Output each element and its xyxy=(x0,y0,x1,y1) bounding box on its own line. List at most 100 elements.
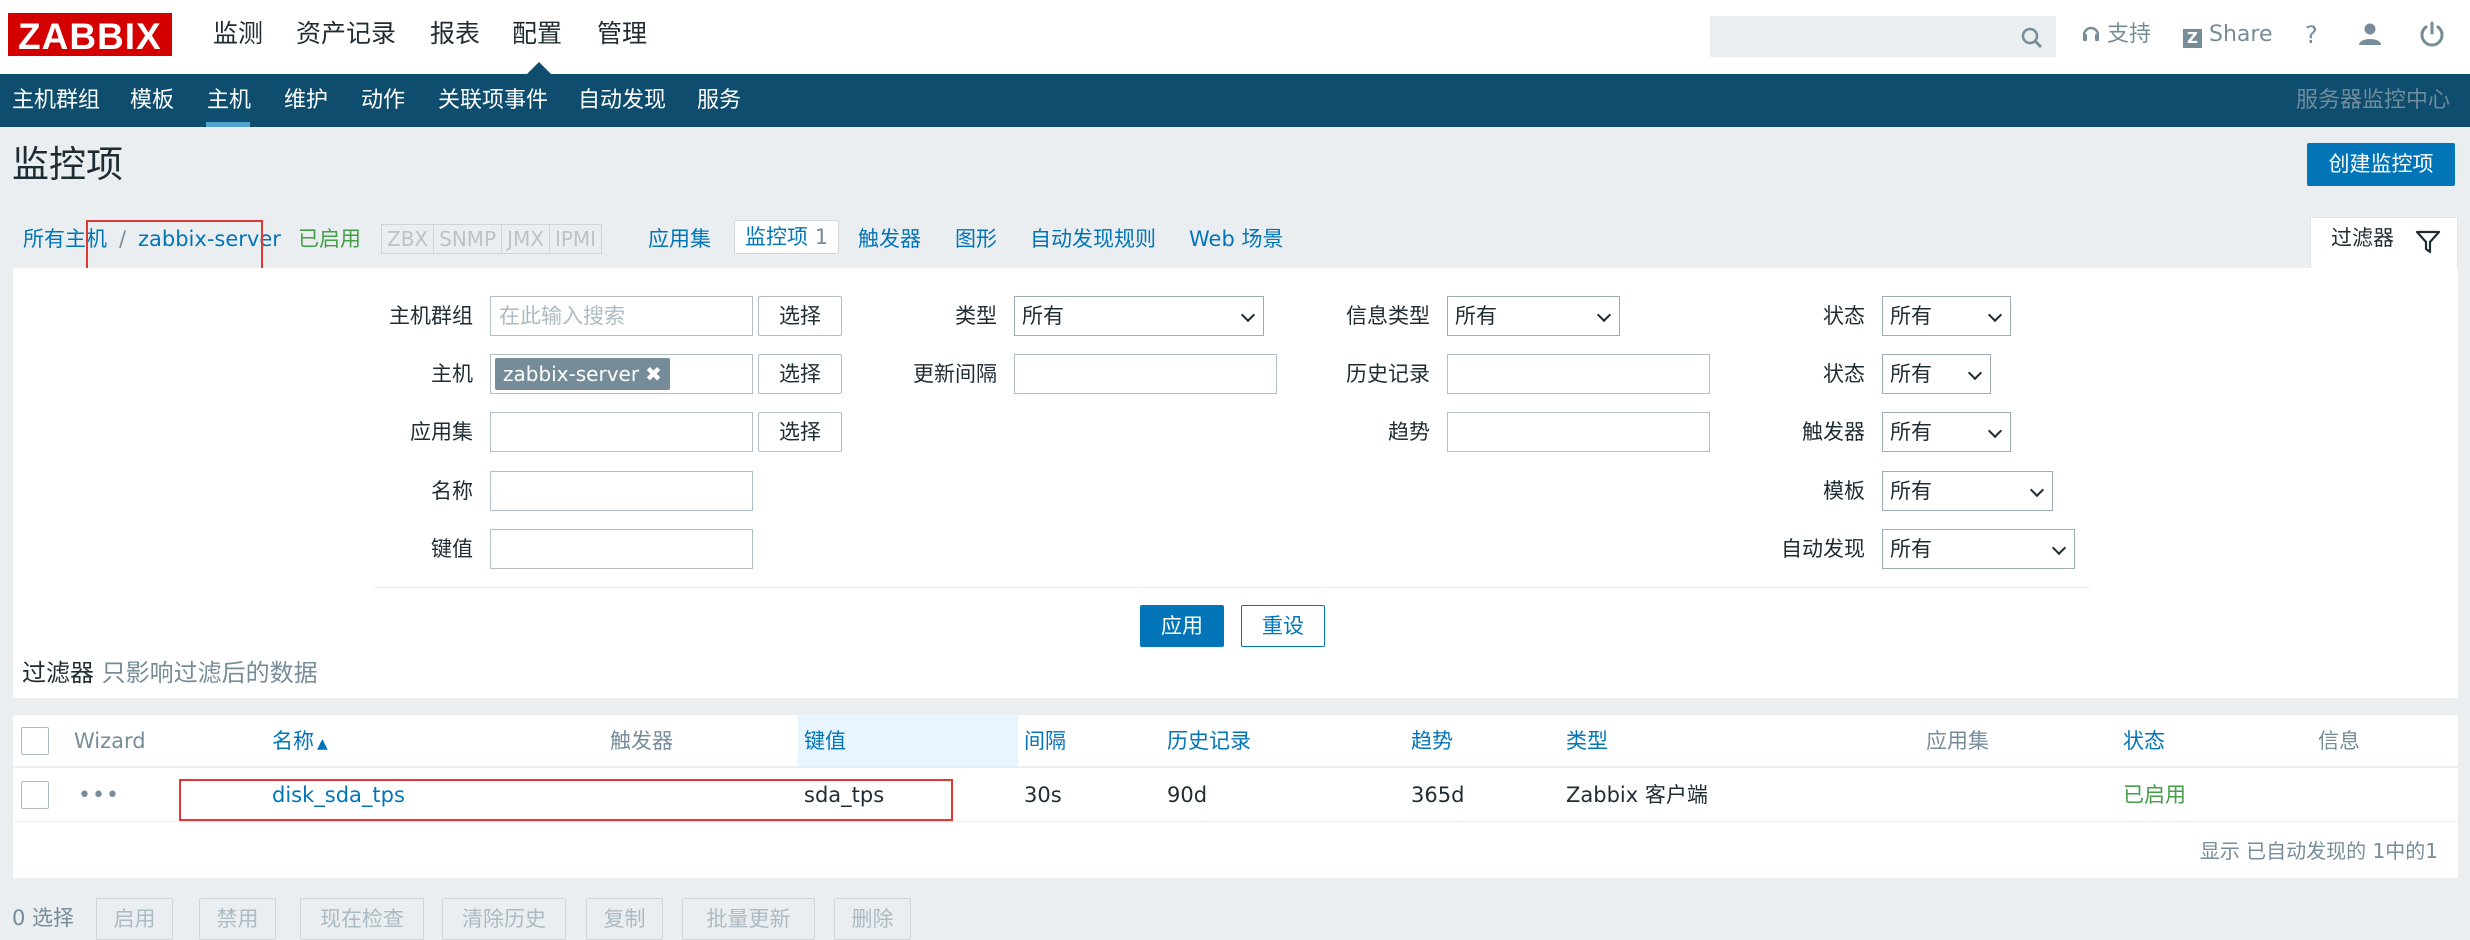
header-status[interactable]: 状态 xyxy=(2123,715,2165,768)
top-nav-reports[interactable]: 报表 xyxy=(430,0,480,74)
filter-name-label: 名称 xyxy=(431,479,473,503)
filter-tab[interactable]: 过滤器 xyxy=(2310,217,2458,270)
sort-asc-icon: ▲ xyxy=(317,736,328,752)
top-bar: ZABBIX 监测 资产记录 报表 配置 管理 支持 Z Share ? xyxy=(0,0,2470,75)
header-interval[interactable]: 间隔 xyxy=(1024,715,1066,768)
header-history[interactable]: 历史记录 xyxy=(1167,715,1251,768)
template-select[interactable]: 所有 xyxy=(1882,471,2053,511)
header-type[interactable]: 类型 xyxy=(1566,715,1608,768)
global-search-input[interactable] xyxy=(1710,16,2056,57)
snmp-availability: SNMP xyxy=(433,224,503,254)
name-input[interactable] xyxy=(490,471,753,511)
share-link[interactable]: Z Share xyxy=(2183,20,2273,50)
item-status-enabled[interactable]: 已启用 xyxy=(2123,769,2186,822)
active-sub-nav-underline xyxy=(206,122,250,127)
user-profile-icon[interactable] xyxy=(2358,22,2382,50)
disable-button[interactable]: 禁用 xyxy=(199,898,276,940)
status-select[interactable]: 所有 xyxy=(1882,354,1991,394)
header-name-label: 名称 xyxy=(272,729,314,753)
key-input[interactable] xyxy=(490,529,753,569)
server-name: 服务器监控中心 xyxy=(2295,88,2450,113)
filter-discovery-label: 自动发现 xyxy=(1781,537,1865,561)
header-name[interactable]: 名称 ▲ xyxy=(272,715,328,768)
create-item-button[interactable]: 创建监控项 xyxy=(2307,143,2455,186)
info-type-select[interactable]: 所有 xyxy=(1447,296,1620,336)
item-history: 90d xyxy=(1167,783,1208,807)
filter-history-label: 历史记录 xyxy=(1346,362,1430,386)
header-key[interactable]: 键值 xyxy=(804,715,846,768)
host-group-search-input[interactable]: 在此输入搜索 xyxy=(490,296,753,336)
remove-tag-icon[interactable]: ✖ xyxy=(645,362,662,386)
row-checkbox[interactable] xyxy=(21,781,49,809)
share-z-icon: Z xyxy=(2183,29,2202,48)
row-menu-dots-icon[interactable]: ••• xyxy=(78,769,120,822)
filter-state-label: 状态 xyxy=(1823,304,1865,328)
tab-items-label: 监控项 xyxy=(745,225,808,249)
delete-button[interactable]: 删除 xyxy=(834,898,911,940)
enable-button[interactable]: 启用 xyxy=(96,898,173,940)
host-group-select-button[interactable]: 选择 xyxy=(758,296,842,336)
history-input[interactable] xyxy=(1447,354,1710,394)
state-select[interactable]: 所有 xyxy=(1882,296,2011,336)
sub-nav-services[interactable]: 服务 xyxy=(697,74,741,127)
copy-button[interactable]: 复制 xyxy=(586,898,663,940)
ipmi-availability: IPMI xyxy=(548,224,603,254)
check-now-button[interactable]: 现在检查 xyxy=(300,898,424,940)
filter-note-text: 只影响过滤后的数据 xyxy=(101,659,318,687)
sub-nav-host-groups[interactable]: 主机群组 xyxy=(12,74,100,127)
host-tag-label: zabbix-server xyxy=(503,362,640,386)
sub-nav-actions[interactable]: 动作 xyxy=(361,74,405,127)
triggers-select[interactable]: 所有 xyxy=(1882,412,2011,452)
sub-nav-discovery[interactable]: 自动发现 xyxy=(578,74,666,127)
filter-host-group-label: 主机群组 xyxy=(389,304,473,328)
filter-template-label: 模板 xyxy=(1823,479,1865,503)
chevron-down-icon xyxy=(1967,365,1983,381)
discovery-select-value: 所有 xyxy=(1890,537,1932,561)
tab-triggers[interactable]: 触发器 xyxy=(858,224,921,254)
info-type-select-value: 所有 xyxy=(1455,304,1497,328)
tab-graphs[interactable]: 图形 xyxy=(955,224,997,254)
sub-nav-maintenance[interactable]: 维护 xyxy=(284,74,328,127)
select-all-checkbox[interactable] xyxy=(21,727,49,755)
application-select-button[interactable]: 选择 xyxy=(758,412,842,452)
help-icon[interactable]: ? xyxy=(2305,20,2318,50)
host-select-button[interactable]: 选择 xyxy=(758,354,842,394)
header-trends[interactable]: 趋势 xyxy=(1411,715,1453,768)
tab-discovery-rules[interactable]: 自动发现规则 xyxy=(1030,224,1156,254)
interval-input[interactable] xyxy=(1014,354,1277,394)
share-label: Share xyxy=(2209,22,2273,47)
mass-update-button[interactable]: 批量更新 xyxy=(682,898,815,940)
page-title: 监控项 xyxy=(12,143,123,186)
zabbix-logo[interactable]: ZABBIX xyxy=(8,13,172,57)
sub-nav-hosts[interactable]: 主机 xyxy=(207,74,251,127)
top-nav-inventory[interactable]: 资产记录 xyxy=(296,0,396,74)
filter-info-type-label: 信息类型 xyxy=(1346,304,1430,328)
clear-history-button[interactable]: 清除历史 xyxy=(442,898,566,940)
search-icon[interactable] xyxy=(2021,27,2043,49)
reset-button[interactable]: 重设 xyxy=(1241,605,1325,647)
triggers-select-value: 所有 xyxy=(1890,420,1932,444)
tab-items[interactable]: 监控项 1 xyxy=(734,220,840,254)
trends-input[interactable] xyxy=(1447,412,1710,452)
host-status-enabled[interactable]: 已启用 xyxy=(298,224,361,254)
discovery-select[interactable]: 所有 xyxy=(1882,529,2075,569)
header-applications: 应用集 xyxy=(1926,729,1989,753)
top-nav-administration[interactable]: 管理 xyxy=(597,0,647,74)
item-type: Zabbix 客户端 xyxy=(1566,783,1708,807)
filter-status-label: 状态 xyxy=(1823,362,1865,386)
chevron-down-icon xyxy=(1596,307,1612,323)
highlight-box-item xyxy=(179,779,953,821)
jmx-availability: JMX xyxy=(501,224,550,254)
host-multiselect-input[interactable]: zabbix-server ✖ xyxy=(490,354,753,394)
support-link[interactable]: 支持 xyxy=(2082,20,2151,50)
zbx-availability: ZBX xyxy=(381,224,435,254)
apply-button[interactable]: 应用 xyxy=(1140,605,1224,647)
top-nav-monitoring[interactable]: 监测 xyxy=(213,0,263,74)
sub-nav-templates[interactable]: 模板 xyxy=(130,74,174,127)
application-input[interactable] xyxy=(490,412,753,452)
tab-web-scenarios[interactable]: Web 场景 xyxy=(1189,224,1283,254)
tab-applications[interactable]: 应用集 xyxy=(648,224,711,254)
sign-out-icon[interactable] xyxy=(2419,21,2445,51)
sub-nav-event-correlation[interactable]: 关联项事件 xyxy=(438,74,548,127)
type-select[interactable]: 所有 xyxy=(1014,296,1264,336)
